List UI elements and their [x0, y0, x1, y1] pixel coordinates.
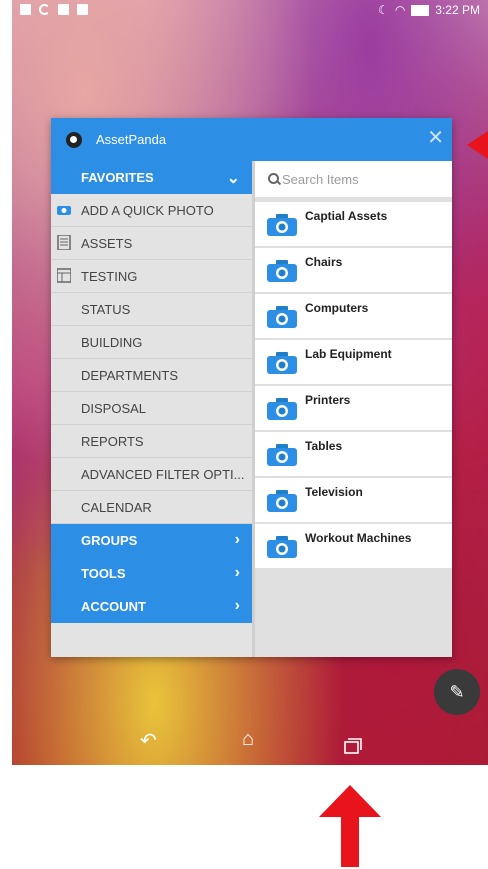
- app-notification-icon: [58, 4, 69, 15]
- chevron-right-icon: ›: [234, 597, 240, 614]
- home-icon[interactable]: ⌂: [242, 728, 254, 751]
- edit-list-button[interactable]: ✎: [434, 669, 480, 715]
- battery-icon: [411, 4, 430, 16]
- entity-list-panel: Search Items Captial Assets Chairs Compu…: [255, 161, 452, 657]
- camera-icon: [57, 206, 71, 215]
- menu-status[interactable]: STATUS: [51, 293, 252, 326]
- camera-icon: [267, 260, 297, 282]
- camera-icon: [267, 444, 297, 466]
- table-icon: [57, 268, 71, 283]
- navigation-menu: FAVORITES ⌄ ADD A QUICK PHOTO ASSETS TES…: [51, 161, 252, 657]
- menu-favorites[interactable]: FAVORITES ⌄: [51, 161, 252, 194]
- entity-item-lab-equipment[interactable]: Lab Equipment: [255, 340, 452, 385]
- menu-groups[interactable]: GROUPS ›: [51, 524, 252, 557]
- photo-notification-icon: [77, 4, 88, 15]
- document-icon: [57, 235, 71, 250]
- menu-departments[interactable]: DEPARTMENTS: [51, 359, 252, 392]
- back-icon[interactable]: ↶: [140, 728, 157, 753]
- menu-testing[interactable]: TESTING: [51, 260, 252, 293]
- search-icon: [268, 173, 279, 184]
- entity-item-captial-assets[interactable]: Captial Assets: [255, 202, 452, 247]
- edit-list-icon: ✎: [449, 682, 465, 702]
- assetpanda-window: AssetPanda ✕ FAVORITES ⌄ ADD A QUICK PHO…: [51, 118, 452, 657]
- entity-item-workout-machines[interactable]: Workout Machines: [255, 524, 452, 569]
- entity-item-chairs[interactable]: Chairs: [255, 248, 452, 293]
- chevron-down-icon: ⌄: [226, 170, 240, 187]
- menu-advanced-filter[interactable]: ADVANCED FILTER OPTI...: [51, 458, 252, 491]
- recent-apps-icon[interactable]: [344, 738, 362, 754]
- search-input[interactable]: Search Items: [255, 161, 452, 197]
- moon-icon: ☾: [378, 3, 389, 17]
- navigation-bar: ↶ ⌂: [12, 718, 488, 765]
- menu-reports[interactable]: REPORTS: [51, 425, 252, 458]
- camera-icon: [267, 214, 297, 236]
- chevron-right-icon: ›: [234, 564, 240, 581]
- assetpanda-logo-icon: [66, 132, 82, 148]
- camera-icon: [267, 536, 297, 558]
- close-button[interactable]: ✕: [427, 128, 444, 148]
- menu-add-quick-photo[interactable]: ADD A QUICK PHOTO: [51, 194, 252, 227]
- chevron-right-icon: ›: [234, 531, 240, 548]
- camera-icon: [267, 398, 297, 420]
- wifi-icon: ◠: [394, 3, 406, 17]
- entity-item-television[interactable]: Television: [255, 478, 452, 523]
- camera-icon: [267, 352, 297, 374]
- app-title: AssetPanda: [96, 132, 167, 147]
- notification-icon: [20, 4, 31, 15]
- camera-icon: [267, 490, 297, 512]
- menu-account[interactable]: ACCOUNT ›: [51, 590, 252, 623]
- camera-icon: [267, 306, 297, 328]
- entity-item-tables[interactable]: Tables: [255, 432, 452, 477]
- menu-assets[interactable]: ASSETS: [51, 227, 252, 260]
- phone-screen: ☾ ◠ 3:22 PM AssetPanda ✕ FAVORITES ⌄ ADD…: [12, 0, 488, 765]
- title-bar: AssetPanda ✕: [51, 118, 452, 161]
- menu-disposal[interactable]: DISPOSAL: [51, 392, 252, 425]
- menu-tools[interactable]: TOOLS ›: [51, 557, 252, 590]
- clock: 3:22 PM: [435, 3, 480, 17]
- menu-calendar[interactable]: CALENDAR: [51, 491, 252, 524]
- phone-icon: [39, 4, 50, 15]
- annotation-arrow-up: [319, 785, 381, 867]
- entity-item-computers[interactable]: Computers: [255, 294, 452, 339]
- entity-item-printers[interactable]: Printers: [255, 386, 452, 431]
- status-bar: ☾ ◠ 3:22 PM: [12, 0, 488, 22]
- annotation-arrow-left: [467, 131, 488, 159]
- menu-building[interactable]: BUILDING: [51, 326, 252, 359]
